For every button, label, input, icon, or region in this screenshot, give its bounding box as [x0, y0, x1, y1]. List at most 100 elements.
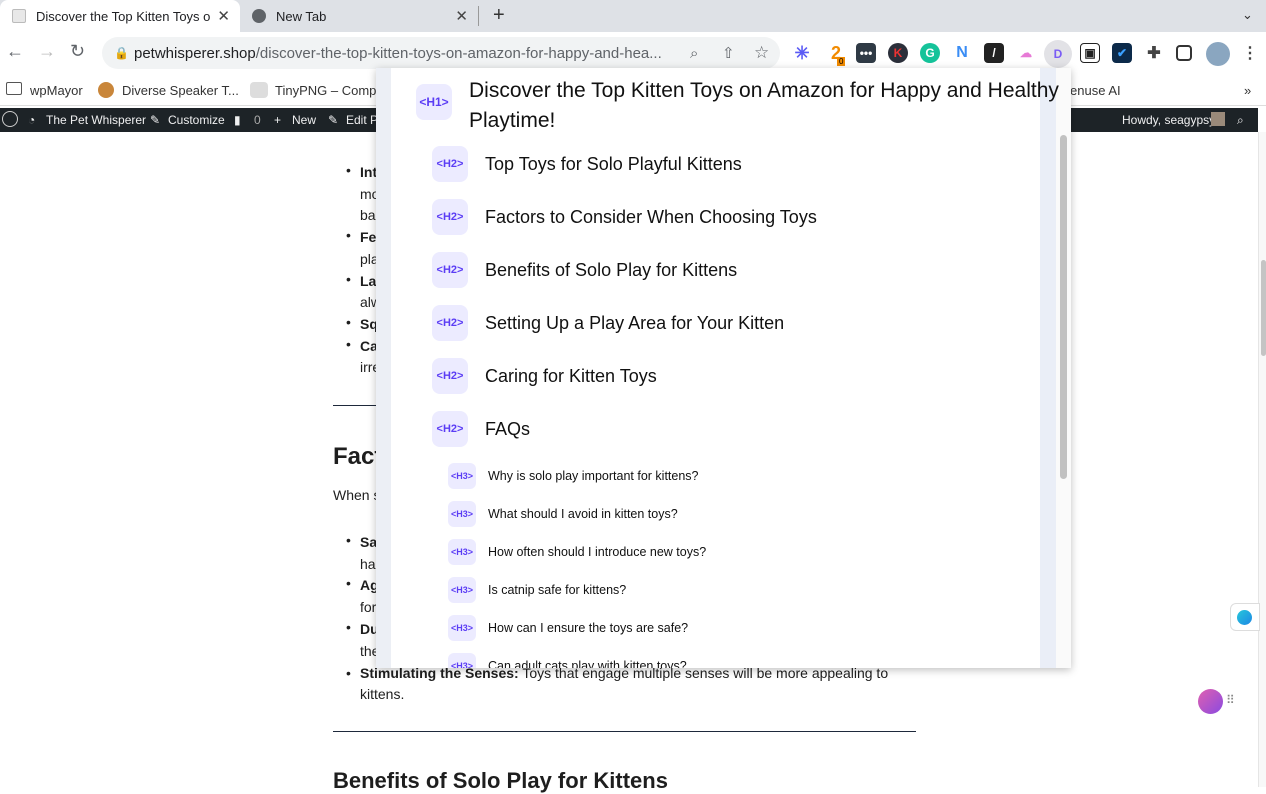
wp-customize[interactable]: Customize [168, 113, 225, 127]
outline-h2[interactable]: Benefits of Solo Play for Kittens [485, 260, 737, 281]
extension-check-icon[interactable]: ✔ [1112, 43, 1132, 63]
floating-widget-button[interactable] [1230, 603, 1260, 631]
tab-search-chevron-icon[interactable]: ⌄ [1242, 7, 1253, 23]
outline-h3[interactable]: What should I avoid in kitten toys? [488, 507, 678, 521]
wp-comments-count[interactable]: 0 [254, 113, 261, 127]
bookmark-diverse-speaker[interactable]: Diverse Speaker T... [122, 83, 239, 98]
drag-handle-icon[interactable]: ⠿ [1226, 693, 1235, 707]
outline-h3[interactable]: How can I ensure the toys are safe? [488, 621, 688, 635]
bullet-icon: • [346, 335, 351, 352]
list-item-text: ha [360, 555, 376, 572]
extension-badge: 0 [837, 57, 846, 66]
bookmark-partial[interactable]: enuse AI [1070, 83, 1121, 98]
extension-d-icon-active[interactable]: D [1044, 40, 1072, 68]
outline-h2[interactable]: Factors to Consider When Choosing Toys [485, 207, 817, 228]
page-scrollbar-thumb[interactable] [1261, 260, 1266, 356]
outline-h3[interactable]: Can adult cats play with kitten toys? [488, 659, 687, 668]
list-item-text: kittens. [360, 686, 405, 702]
profile-avatar[interactable] [1206, 42, 1230, 66]
extensions-puzzle-icon[interactable]: ✚ [1144, 43, 1164, 63]
h2-tag-badge: <H2> [432, 358, 468, 394]
outline-h3[interactable]: Why is solo play important for kittens? [488, 469, 699, 483]
h3-tag-badge: <H3> [448, 501, 476, 527]
brush-icon: ✎ [150, 113, 161, 127]
widget-orb-icon [1237, 610, 1252, 625]
back-button[interactable]: ← [6, 41, 24, 62]
h2-tag-badge: <H2> [432, 199, 468, 235]
wp-site-name[interactable]: The Pet Whisperer [46, 113, 146, 127]
extension-sparkle-icon[interactable]: ✳ [792, 43, 812, 63]
tab-divider [478, 6, 479, 26]
bullet-icon: • [346, 532, 351, 548]
new-tab-button[interactable]: + [493, 4, 505, 27]
bookmark-tinypng[interactable]: TinyPNG – Compr [275, 83, 381, 98]
bullet-icon: • [346, 227, 351, 244]
wp-search-icon[interactable]: ⌕ [1237, 113, 1244, 128]
assistant-flower-icon[interactable] [1198, 689, 1223, 714]
h3-tag-badge: <H3> [448, 615, 476, 641]
h3-tag-badge: <H3> [448, 577, 476, 603]
h3-tag-badge: <H3> [448, 539, 476, 565]
section-heading-benefits: Benefits of Solo Play for Kittens [333, 768, 668, 793]
outline-h2[interactable]: Caring for Kitten Toys [485, 366, 657, 387]
outline-h1-line: Discover the Top Kitten Toys on Amazon f… [469, 79, 1059, 102]
h3-tag-badge: <H3> [448, 653, 476, 668]
list-item-text: Int [360, 164, 378, 180]
bookmark-star-icon[interactable]: ☆ [754, 43, 769, 63]
bookmark-favicon-icon [98, 82, 114, 98]
h2-tag-badge: <H2> [432, 305, 468, 341]
forward-button[interactable]: → [38, 41, 56, 62]
close-tab-icon[interactable]: ✕ [217, 7, 230, 25]
address-bar[interactable]: 🔒 petwhisperer.shop/discover-the-top-kit… [102, 37, 780, 69]
outline-h2[interactable]: Setting Up a Play Area for Your Kitten [485, 313, 784, 334]
tab-active[interactable]: Discover the Top Kitten Toys o ✕ [0, 0, 240, 32]
browser-menu-icon[interactable]: ⋮ [1240, 43, 1260, 63]
folder-icon [6, 82, 22, 95]
extension-cloud-icon[interactable]: ☁ [1016, 43, 1036, 63]
pencil-icon: ✎ [328, 113, 339, 127]
outline-h1[interactable]: Discover the Top Kitten Toys on Amazon f… [469, 76, 1059, 136]
outline-h2[interactable]: Top Toys for Solo Playful Kittens [485, 154, 742, 175]
wp-new[interactable]: New [292, 113, 316, 127]
list-item-text: Fe [360, 229, 377, 246]
popup-left-gutter [376, 68, 391, 668]
h3-tag-badge: <H3> [448, 463, 476, 489]
grammarly-icon[interactable]: G [920, 43, 940, 63]
popup-scrollbar-thumb[interactable] [1060, 135, 1067, 479]
close-tab-icon[interactable]: ✕ [455, 7, 468, 25]
side-panel-icon[interactable] [1176, 45, 1192, 61]
list-item-text: Sa [360, 534, 378, 550]
wp-edit-post[interactable]: Edit P [346, 113, 378, 127]
wp-howdy[interactable]: Howdy, seagypsy [1122, 113, 1215, 127]
favicon-icon [12, 9, 26, 23]
chrome-icon [252, 9, 266, 23]
h2-tag-badge: <H2> [432, 252, 468, 288]
popup-right-gutter [1040, 68, 1056, 668]
share-icon[interactable]: ⇧ [722, 44, 735, 62]
panda-icon [250, 82, 268, 98]
h2-tag-badge: <H2> [432, 146, 468, 182]
section-heading-factors: Fact [333, 443, 383, 470]
list-item-text: ba [360, 207, 376, 224]
page-scrollbar[interactable] [1258, 132, 1266, 787]
zoom-icon[interactable]: ⌕ [690, 45, 698, 62]
more-bookmarks-button[interactable]: » [1244, 83, 1251, 98]
plus-icon: + [274, 113, 282, 127]
extension-dots-icon[interactable]: ••• [856, 43, 876, 63]
extension-h-icon[interactable]: / [984, 43, 1004, 63]
outline-h3[interactable]: How often should I introduce new toys? [488, 545, 706, 559]
extension-box-icon[interactable]: ▣ [1080, 43, 1100, 63]
bullet-icon: • [346, 162, 351, 178]
extension-k-icon[interactable]: K [888, 43, 908, 63]
tab-new-tab[interactable]: New Tab ✕ [240, 0, 478, 32]
bookmark-wpmayor[interactable]: wpMayor [30, 83, 83, 98]
outline-h2[interactable]: FAQs [485, 419, 530, 440]
reload-button[interactable]: ↻ [70, 41, 85, 62]
h2-tag-badge: <H2> [432, 411, 468, 447]
wordpress-logo-icon[interactable] [2, 111, 18, 127]
extension-n-icon[interactable]: N [952, 43, 972, 63]
outline-h3[interactable]: Is catnip safe for kittens? [488, 583, 626, 597]
outline-h1-line: Playtime! [469, 109, 556, 132]
bullet-icon: • [346, 313, 351, 330]
tab-strip: Discover the Top Kitten Toys o ✕ New Tab… [0, 0, 1266, 32]
